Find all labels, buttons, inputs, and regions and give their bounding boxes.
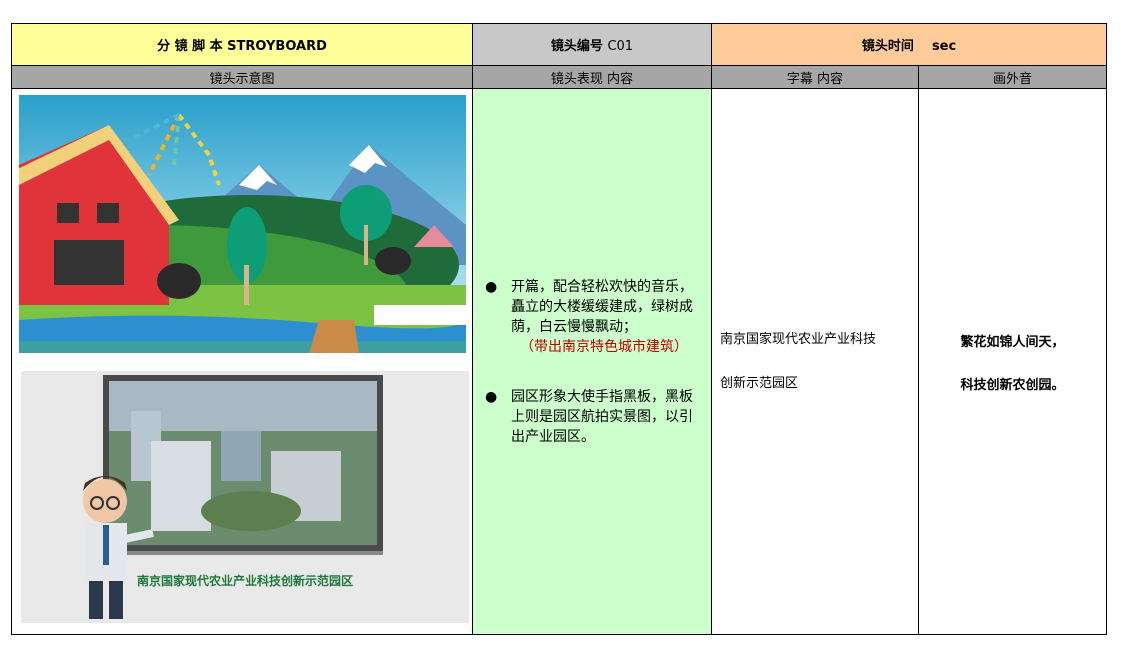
voiceover-line: 繁花如锦人间天，	[960, 334, 1065, 350]
subtitle-cell: 南京国家现代农业产业科技 创新示范园区	[711, 88, 919, 635]
shot-number-label: 镜头编号	[550, 39, 603, 54]
performance-item-text: 开篇，配合轻松欢快的音乐，矗立的大楼缓缓建成，绿树成荫，白云慢慢飘动；	[511, 278, 693, 335]
shot-time-unit: sec	[931, 39, 957, 54]
bullet-icon: ●	[485, 278, 498, 295]
column-header-sketch: 镜头示意图	[11, 65, 473, 89]
image-caption: 南京国家现代农业产业科技创新示范园区	[137, 573, 353, 588]
storyboard-title: 分 镜 脚 本 STROYBOARD	[157, 39, 327, 54]
park-presenter-illustration: 南京国家现代农业产业科技创新示范园区	[21, 371, 469, 623]
performance-item: ● 开篇，配合轻松欢快的音乐，矗立的大楼缓缓建成，绿树成荫，白云慢慢飘动； （带…	[485, 277, 705, 357]
column-header-performance: 镜头表现 内容	[472, 65, 712, 89]
subtitle-line: 创新示范园区	[720, 375, 799, 391]
storyboard-title-cell: 分 镜 脚 本 STROYBOARD	[11, 23, 473, 66]
performance-list: ● 开篇，配合轻松欢快的音乐，矗立的大楼缓缓建成，绿树成荫，白云慢慢飘动； （带…	[473, 277, 711, 447]
bullet-icon: ●	[485, 388, 498, 405]
subtitle-line: 南京国家现代农业产业科技	[720, 331, 877, 347]
column-header-voiceover: 画外音	[917, 65, 1108, 89]
column-header-subtitle: 字幕 内容	[711, 65, 919, 89]
shot-time-label: 镜头时间	[861, 39, 914, 54]
storyboard-table: 分 镜 脚 本 STROYBOARD 镜头编号 C01 镜头时间 sec 镜头示…	[11, 23, 1108, 635]
performance-cell: ● 开篇，配合轻松欢快的音乐，矗立的大楼缓缓建成，绿树成荫，白云慢慢飘动； （带…	[472, 88, 712, 635]
performance-item: ● 园区形象大使手指黑板，黑板上则是园区航拍实景图，以引出产业园区。	[485, 387, 705, 447]
voiceover-line: 科技创新农创园。	[960, 377, 1065, 393]
shot-time-cell: 镜头时间 sec	[710, 23, 1108, 66]
shot-number-value: C01	[607, 39, 634, 54]
performance-item-text: 园区形象大使手指黑板，黑板上则是园区航拍实景图，以引出产业园区。	[511, 388, 693, 445]
voiceover-cell: 繁花如锦人间天， 科技创新农创园。	[917, 88, 1108, 635]
performance-item-note: （带出南京特色城市建筑）	[520, 338, 688, 355]
shot-number-cell: 镜头编号 C01	[472, 23, 712, 66]
sketch-cell: 南京国家现代农业产业科技创新示范园区	[11, 88, 473, 635]
farm-scene-illustration	[19, 95, 466, 353]
